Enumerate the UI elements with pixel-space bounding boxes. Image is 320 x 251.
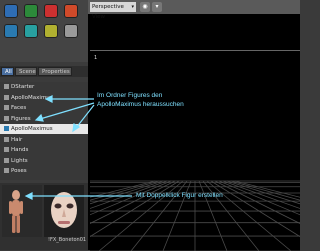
folder-icon xyxy=(4,168,9,173)
viewport-toolbar: Perspective View ▾ ◉ ▾ xyxy=(88,0,300,20)
tree-item-label: ApolloMaximus xyxy=(11,126,53,132)
tree-item[interactable]: DStarter xyxy=(0,82,88,92)
tree-item[interactable]: ApolloMaximus xyxy=(0,124,88,134)
folder-icon xyxy=(4,115,9,121)
folder-hint-line-2: ApolloMaximus heraussuchen xyxy=(97,101,184,108)
library-tree: DStarter ApolloMaximus Faces Figures ApolloM… xyxy=(0,82,88,180)
tree-item-label: Poses xyxy=(11,168,27,174)
scale-tool-icon[interactable] xyxy=(64,4,78,18)
tree-item-label: Figures xyxy=(11,115,31,122)
folder-icon xyxy=(4,136,9,142)
zoom-tool-icon[interactable] xyxy=(4,24,18,38)
ground-grid xyxy=(90,180,300,251)
folder-icon xyxy=(4,157,9,163)
globe-tool-icon[interactable] xyxy=(4,4,18,18)
tree-item-label: Hands xyxy=(11,147,29,153)
display-options-icon[interactable]: ▾ xyxy=(152,2,162,12)
viewport-canvas[interactable]: 1 xyxy=(90,50,300,251)
tree-item[interactable]: Poses xyxy=(0,166,88,176)
morph-tool-icon[interactable] xyxy=(44,24,58,38)
grid-line xyxy=(230,180,300,201)
tree-item-label: Lights xyxy=(11,157,28,164)
view-select-label: Perspective View xyxy=(92,4,124,20)
tree-item[interactable]: Lights xyxy=(0,156,88,166)
tree-item[interactable]: Faces xyxy=(0,103,88,113)
tool-palette xyxy=(0,0,88,62)
library-tab-bar: All Scene Properties xyxy=(0,66,88,77)
rotate-tool-icon[interactable] xyxy=(44,4,58,18)
camera-options-icon[interactable]: ◉ xyxy=(140,2,150,12)
viewport-area: Perspective View ▾ ◉ ▾ 1 xyxy=(88,0,300,251)
doubleclick-hint: Mit Doppelklick Figur erstellen xyxy=(136,192,223,199)
tree-item-label: Faces xyxy=(11,105,27,111)
library-panel: All Scene Properties DStarter ApolloMaxim… xyxy=(0,0,88,250)
view-select[interactable]: Perspective View ▾ xyxy=(90,2,136,20)
tree-item[interactable]: Hands xyxy=(0,145,88,155)
tree-item[interactable]: Hair xyxy=(0,135,88,145)
folder-icon xyxy=(4,147,9,152)
thumbnail-panel: !FX_Boneton01 xyxy=(0,183,88,250)
face-preview-icon xyxy=(44,185,84,237)
tab-scene[interactable]: Scene xyxy=(15,67,37,76)
folder-hint-line-1: Im Ordner Figures den xyxy=(97,92,163,99)
tree-item[interactable]: ApolloMaximus xyxy=(0,93,88,103)
chevron-down-icon: ▾ xyxy=(131,4,134,10)
grab-tool-icon[interactable] xyxy=(64,24,78,38)
folder-icon xyxy=(4,94,9,100)
tree-item-label: ApolloMaximus xyxy=(11,94,53,101)
tab-all[interactable]: All xyxy=(1,67,14,76)
face-thumbnail-label: !FX_Boneton01 xyxy=(48,237,87,243)
pan-tool-icon[interactable] xyxy=(24,24,38,38)
grid-line xyxy=(210,180,300,238)
figure-preview-icon xyxy=(2,185,42,237)
tree-item[interactable]: Figures xyxy=(0,114,88,124)
tree-item-label: Hair xyxy=(11,136,23,143)
figure-thumbnail[interactable] xyxy=(2,185,42,237)
move-tool-icon[interactable] xyxy=(24,4,38,18)
tree-item-label: DStarter xyxy=(11,84,35,90)
folder-icon xyxy=(4,126,9,131)
tab-properties[interactable]: Properties xyxy=(38,67,72,76)
folder-icon xyxy=(4,84,9,89)
face-thumbnail[interactable] xyxy=(44,185,84,237)
grid-line xyxy=(226,180,300,205)
folder-icon xyxy=(4,105,9,110)
